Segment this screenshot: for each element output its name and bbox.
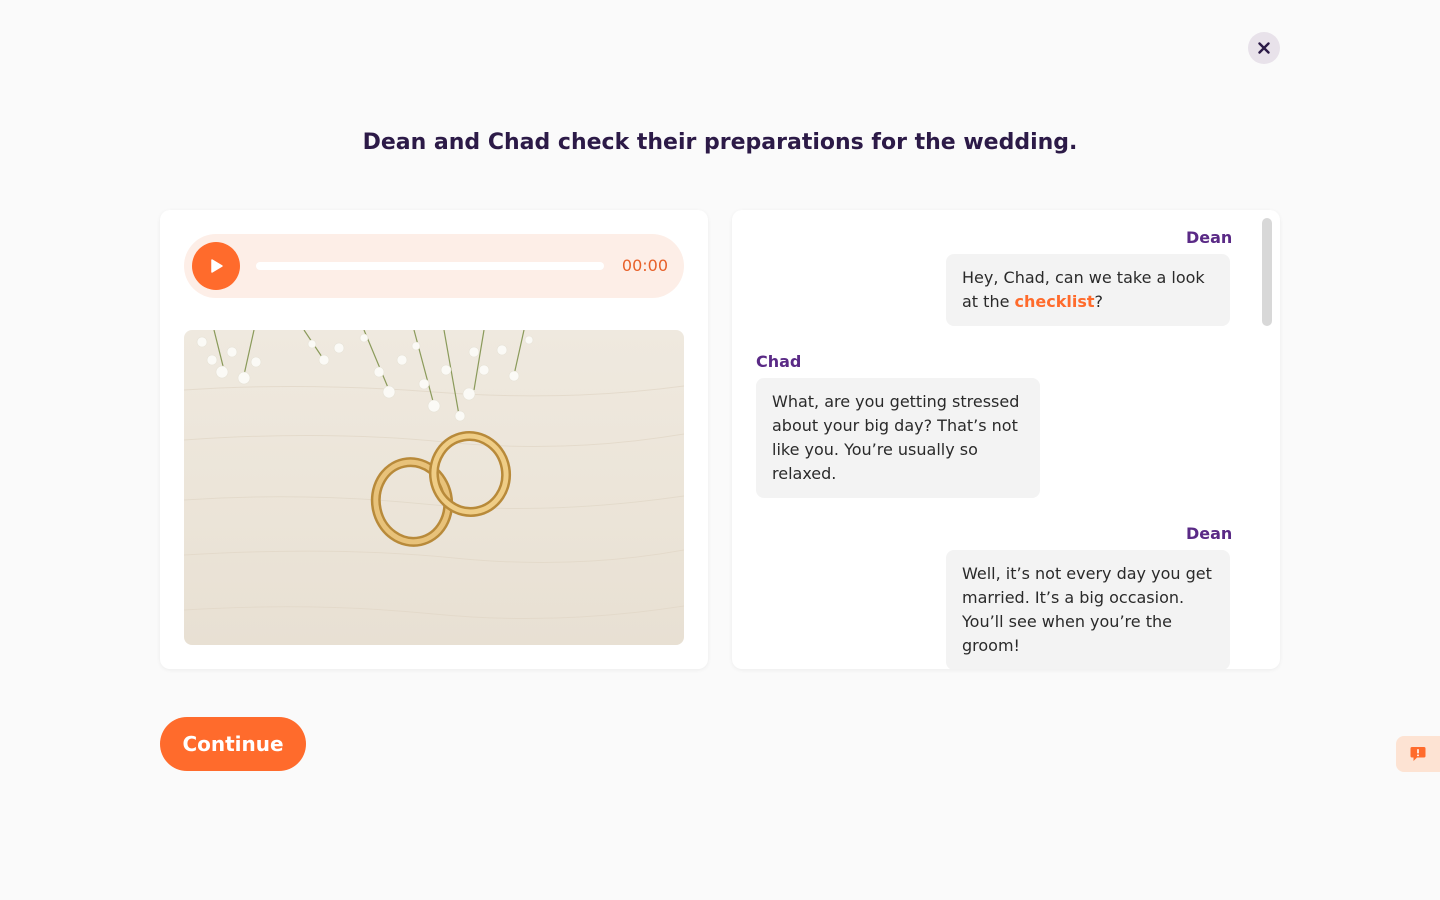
speaker-name: Dean: [1186, 228, 1233, 247]
dialogue-text: What, are you getting stressed about you…: [772, 392, 1020, 483]
dialogue-bubble: Well, it’s not every day you get married…: [946, 550, 1230, 669]
speaker-name: Dean: [1186, 524, 1233, 543]
play-icon: [211, 259, 223, 273]
feedback-button[interactable]: [1396, 736, 1440, 772]
continue-button[interactable]: Continue: [160, 717, 306, 771]
audio-player: 00:00: [184, 234, 684, 298]
play-button[interactable]: [192, 242, 240, 290]
vocabulary-highlight[interactable]: checklist: [1015, 292, 1095, 311]
media-card: 00:00: [160, 210, 708, 669]
audio-progress-bar[interactable]: [256, 262, 604, 270]
feedback-icon: [1410, 747, 1426, 761]
speaker-name: Chad: [756, 352, 802, 371]
dialogue-text: ?: [1094, 292, 1104, 311]
dialogue-bubble: Hey, Chad, can we take a look at the che…: [946, 254, 1230, 326]
dialogue-scrollbar[interactable]: [1262, 218, 1272, 661]
close-button[interactable]: [1248, 32, 1280, 64]
dialogue-bubble: What, are you getting stressed about you…: [756, 378, 1040, 498]
dialogue-text: Well, it’s not every day you get married…: [962, 564, 1212, 655]
page-title: Dean and Chad check their preparations f…: [362, 130, 1078, 155]
close-icon: [1258, 42, 1270, 54]
wedding-rings-photo: [184, 330, 684, 645]
scrollbar-thumb[interactable]: [1262, 218, 1272, 326]
dialogue-panel[interactable]: Dean Hey, Chad, can we take a look at th…: [732, 210, 1280, 669]
audio-time: 00:00: [621, 256, 668, 275]
